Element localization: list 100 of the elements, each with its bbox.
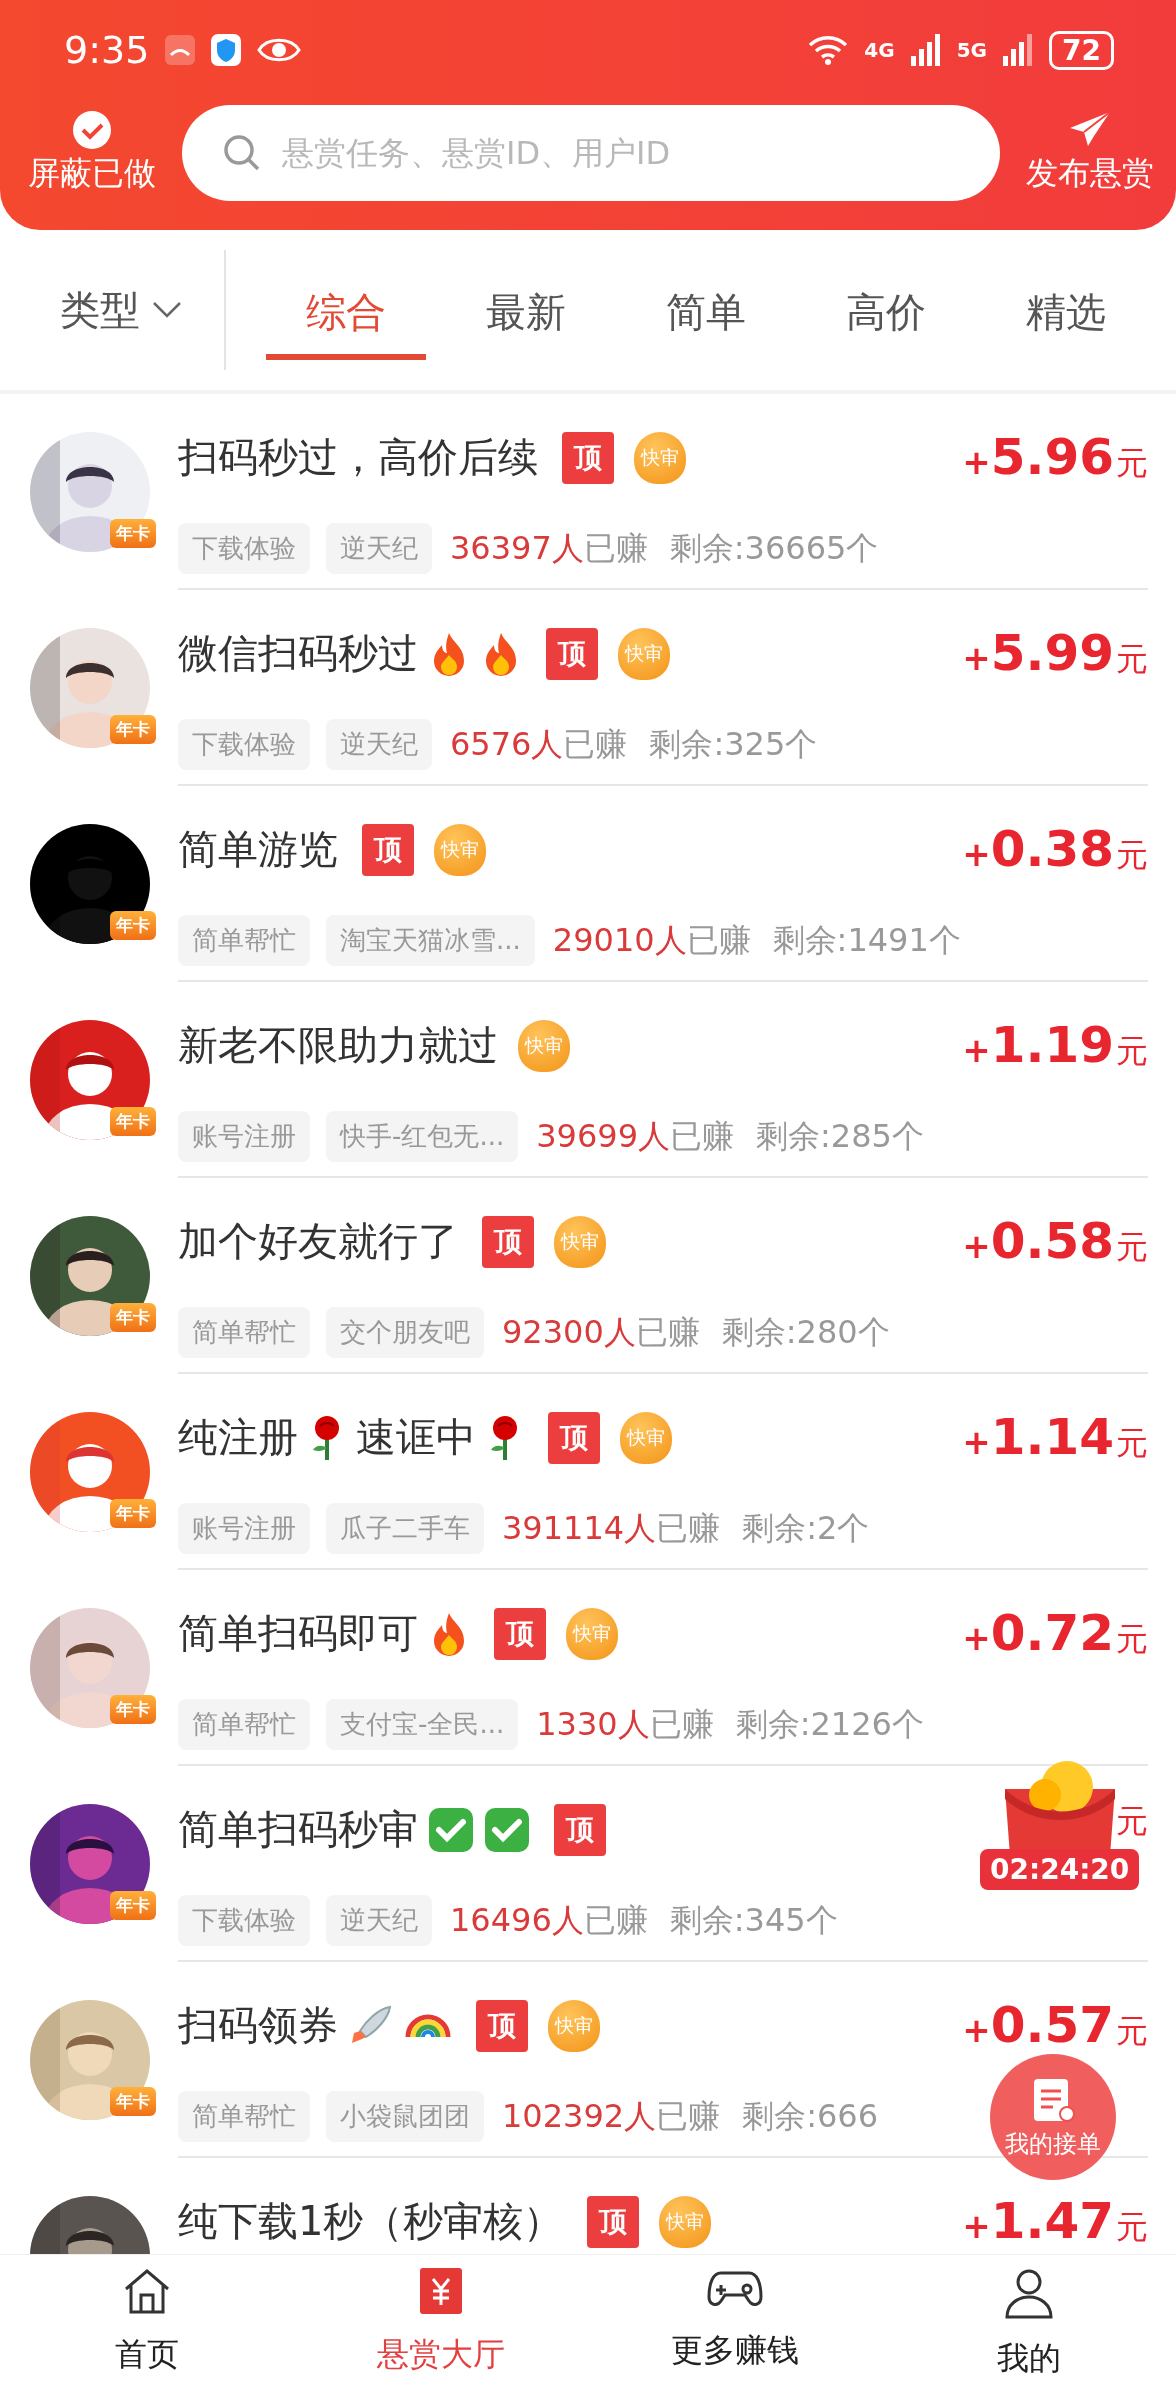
task-title: 简单游览 xyxy=(178,825,338,874)
year-card-badge: 年卡 xyxy=(110,911,156,940)
task-tag: 小袋鼠团团 xyxy=(326,2091,484,2142)
year-card-badge: 年卡 xyxy=(110,1695,156,1724)
task-tag: 逆天纪 xyxy=(326,719,432,770)
filter-tab[interactable]: 综合 xyxy=(266,270,426,360)
reward-amount: +0.57 xyxy=(962,1996,1114,2054)
rainbow-icon xyxy=(404,2012,452,2039)
network-label: 5G xyxy=(956,38,988,62)
remaining-count: 剩余:2个 xyxy=(742,1507,870,1549)
currency-unit: 元 xyxy=(1116,1031,1148,1072)
task-tag: 下载体验 xyxy=(178,719,310,770)
reward-amount: +1.47 xyxy=(962,2192,1114,2250)
task-title: 速诓中 xyxy=(356,1413,476,1462)
reward-amount: +5.99 xyxy=(962,624,1114,682)
check-icon xyxy=(428,1806,474,1853)
reward-amount: +0.72 xyxy=(962,1604,1114,1662)
task-title: 简单扫码秒审 xyxy=(178,1805,418,1854)
publish-button[interactable]: 发布悬赏 xyxy=(1026,110,1154,196)
fast-review-badge: 快审 xyxy=(659,2195,712,2248)
status-time: 9:35 xyxy=(64,28,150,72)
chevron-down-icon xyxy=(152,301,182,319)
nav-tab[interactable]: 更多赚钱 xyxy=(588,2255,882,2400)
top-badge: 顶 xyxy=(587,2195,640,2248)
fast-review-badge: 快审 xyxy=(566,1607,618,1660)
countdown-timer: 02:24:20 xyxy=(980,1849,1140,1890)
type-dropdown[interactable]: 类型 xyxy=(0,250,226,370)
task-title: 加个好友就行了 xyxy=(178,1217,458,1266)
remaining-count: 剩余:285个 xyxy=(756,1115,924,1157)
yuan-icon xyxy=(419,2267,463,2315)
task-tag: 瓜子二手车 xyxy=(326,1503,484,1554)
task-tag: 快手-红包无... xyxy=(326,1111,519,1162)
network-label: 4G xyxy=(864,38,895,62)
search-field[interactable]: 悬赏任务、悬赏ID、用户ID xyxy=(182,105,1000,201)
reward-amount: +0.38 xyxy=(962,820,1114,878)
top-badge: 顶 xyxy=(546,627,598,680)
reward-amount: +5.96 xyxy=(962,428,1114,486)
task-tag: 账号注册 xyxy=(178,1111,310,1162)
task-title: 纯下载1秒（秒审核） xyxy=(178,2197,564,2246)
earned-count: 16496人已赚 xyxy=(450,1899,648,1941)
year-card-badge: 年卡 xyxy=(110,2087,156,2116)
top-badge: 顶 xyxy=(562,431,614,484)
year-card-badge: 年卡 xyxy=(110,1107,156,1136)
task-tag: 逆天纪 xyxy=(326,1895,432,1946)
top-badge: 顶 xyxy=(362,823,414,876)
wifi-icon xyxy=(808,34,849,66)
task-title: 微信扫码秒过 xyxy=(178,629,418,678)
remaining-count: 剩余:325个 xyxy=(649,723,818,765)
remaining-count: 剩余:1491个 xyxy=(772,919,961,961)
year-card-badge: 年卡 xyxy=(110,1499,156,1528)
filter-tab[interactable]: 简单 xyxy=(626,270,786,360)
nav-tab[interactable]: 首页 xyxy=(0,2255,294,2400)
hide-done-button[interactable]: 屏蔽已做 xyxy=(28,110,156,196)
task-tag: 简单帮忙 xyxy=(178,915,310,966)
currency-unit: 元 xyxy=(1116,1423,1148,1464)
top-badge: 顶 xyxy=(494,1607,546,1660)
earned-count: 92300人已赚 xyxy=(502,1311,700,1353)
shield-icon xyxy=(211,34,242,66)
earned-count: 102392人已赚 xyxy=(502,2095,721,2137)
remaining-count: 剩余:36665个 xyxy=(669,527,879,569)
task-tag: 下载体验 xyxy=(178,523,310,574)
task-tag: 下载体验 xyxy=(178,1895,310,1946)
fast-review-badge: 快审 xyxy=(618,627,670,680)
task-tag: 简单帮忙 xyxy=(178,1307,310,1358)
reward-amount: +1.19 xyxy=(962,1016,1114,1074)
reward-amount: +1.14 xyxy=(962,1408,1114,1466)
task-tag: 逆天纪 xyxy=(326,523,432,574)
currency-unit: 元 xyxy=(1116,1801,1148,1842)
earned-count: 39699人已赚 xyxy=(536,1115,734,1157)
currency-unit: 元 xyxy=(1116,1619,1148,1660)
nav-tab[interactable]: 悬赏大厅 xyxy=(294,2255,588,2400)
currency-unit: 元 xyxy=(1116,835,1148,876)
remaining-count: 剩余:280个 xyxy=(721,1311,890,1353)
currency-unit: 元 xyxy=(1116,2011,1148,2052)
nav-tab[interactable]: 我的 xyxy=(882,2255,1176,2400)
task-tag: 淘宝天猫冰雪... xyxy=(326,915,535,966)
search-icon xyxy=(222,133,262,173)
currency-unit: 元 xyxy=(1116,639,1148,680)
year-card-badge: 年卡 xyxy=(110,1891,156,1920)
top-badge: 顶 xyxy=(482,1215,534,1268)
top-badge: 顶 xyxy=(554,1803,606,1856)
year-card-badge: 年卡 xyxy=(110,519,156,548)
filter-tab[interactable]: 高价 xyxy=(806,270,966,360)
check-icon xyxy=(484,1806,530,1853)
earned-count: 6576人已赚 xyxy=(450,723,628,765)
task-title: 扫码领券 xyxy=(178,2001,338,2050)
fast-review-badge: 快审 xyxy=(620,1411,672,1464)
task-title: 扫码秒过，高价后续 xyxy=(178,433,538,482)
filter-tab[interactable]: 精选 xyxy=(986,270,1146,360)
task-title: 纯注册 xyxy=(178,1413,298,1462)
remaining-count: 剩余:345个 xyxy=(669,1899,838,1941)
currency-unit: 元 xyxy=(1116,1227,1148,1268)
fast-review-badge: 快审 xyxy=(434,823,486,876)
remaining-count: 剩余:2126个 xyxy=(735,1703,924,1745)
task-tag: 账号注册 xyxy=(178,1503,310,1554)
remaining-count: 剩余:666 xyxy=(742,2095,878,2137)
filter-tab[interactable]: 最新 xyxy=(446,270,606,360)
fast-review-badge: 快审 xyxy=(548,1999,600,2052)
currency-unit: 元 xyxy=(1116,443,1148,484)
reward-amount: +0.58 xyxy=(962,1212,1114,1270)
